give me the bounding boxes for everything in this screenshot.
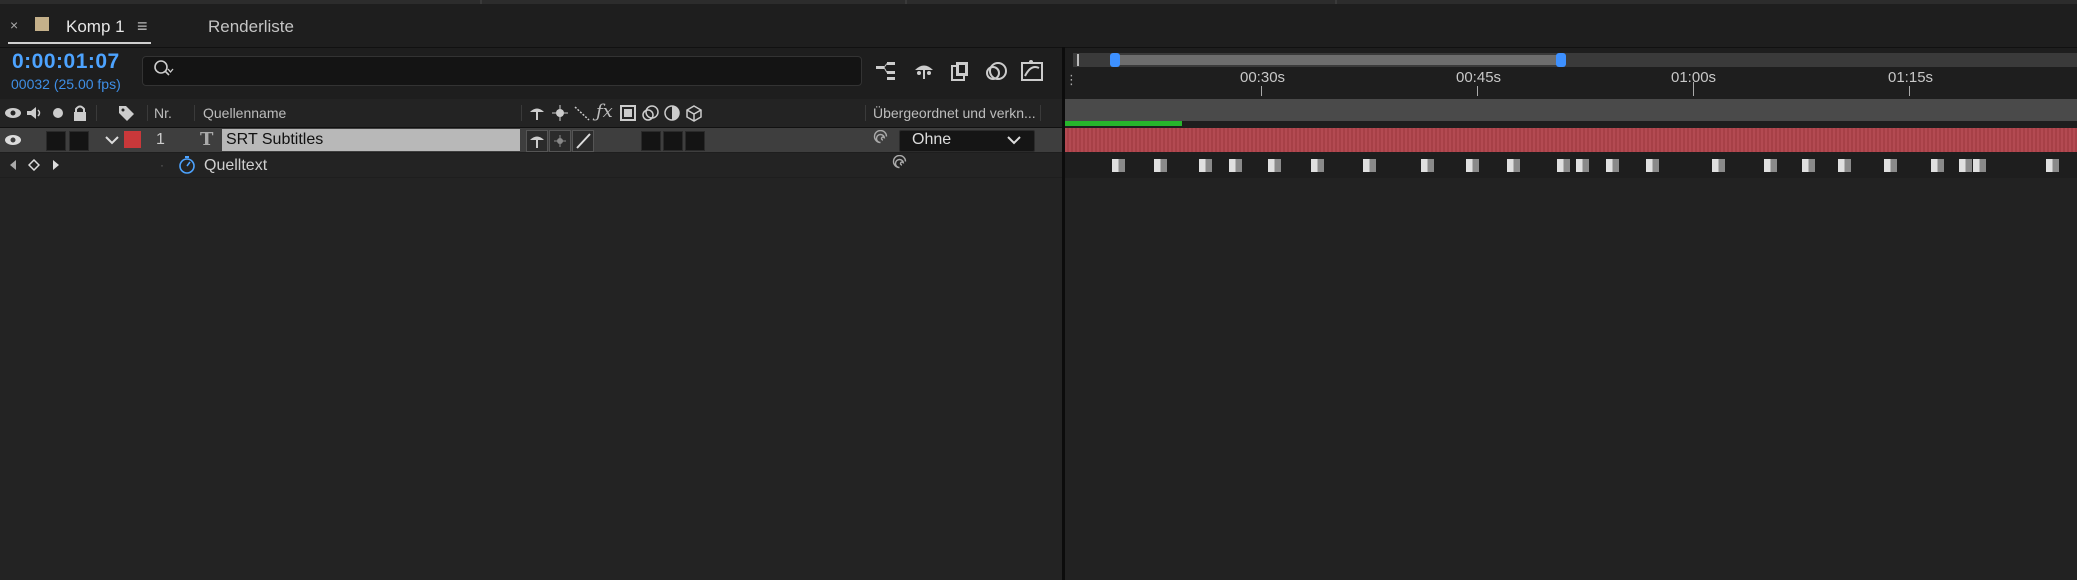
frame-blending-icon[interactable] <box>948 58 974 84</box>
panel-menu-icon[interactable]: ≡ <box>137 16 148 37</box>
property-indent-dots: · <box>160 158 164 172</box>
motion-blur-icon[interactable] <box>983 58 1009 84</box>
layer-search-input[interactable] <box>142 56 862 86</box>
shy-layers-icon[interactable] <box>911 58 937 84</box>
video-eye-icon[interactable] <box>3 103 23 123</box>
cached-frames-indicator <box>1065 121 1182 126</box>
keyframe-marker[interactable] <box>1973 159 1986 172</box>
layer-label-color[interactable] <box>124 131 141 148</box>
navigator-visible-range[interactable] <box>1115 55 1562 65</box>
column-source-name[interactable]: Quellenname <box>203 105 286 121</box>
layer-name[interactable]: SRT Subtitles <box>226 131 323 149</box>
layer-visibility-eye-icon[interactable] <box>3 131 23 149</box>
search-icon <box>154 60 174 76</box>
expand-chevron-icon[interactable] <box>104 133 120 147</box>
lock-icon[interactable] <box>70 103 90 123</box>
layer-motion-blur-switch[interactable] <box>641 131 661 151</box>
keyframe-marker[interactable] <box>1712 159 1725 172</box>
composition-color-swatch <box>35 17 49 31</box>
current-time-display[interactable]: 0:00:01:07 <box>12 50 120 74</box>
layer-lock-toggle[interactable] <box>69 131 89 151</box>
keyframe-marker[interactable] <box>1466 159 1479 172</box>
keyframe-marker[interactable] <box>1838 159 1851 172</box>
motion-blur-switch-icon <box>642 105 659 121</box>
column-parent-link[interactable]: Übergeordnet und verkn... <box>873 105 1036 121</box>
close-tab-icon[interactable]: × <box>10 17 18 33</box>
effects-fx-icon: ƒx <box>596 101 613 122</box>
property-pickwhip-icon[interactable] <box>892 155 912 175</box>
ruler-tick <box>1693 82 1694 96</box>
keyframe-marker[interactable] <box>1606 159 1619 172</box>
ruler-tick <box>1477 86 1478 96</box>
quality-icon <box>574 106 590 121</box>
keyframe-marker[interactable] <box>1802 159 1815 172</box>
text-layer-icon: T <box>200 129 214 150</box>
keyframe-marker[interactable] <box>1112 159 1125 172</box>
tab-komp-1[interactable]: Komp 1 <box>66 17 125 37</box>
keyframe-marker[interactable] <box>1576 159 1589 172</box>
keyframe-marker[interactable] <box>1311 159 1324 172</box>
property-name[interactable]: Quelltext <box>204 157 267 175</box>
keyframe-marker[interactable] <box>1363 159 1376 172</box>
comp-flowchart-icon[interactable] <box>873 58 899 84</box>
keyframe-marker[interactable] <box>1229 159 1242 172</box>
ruler-label: 00:45s <box>1456 69 1502 86</box>
ruler-label: 01:15s <box>1888 69 1934 86</box>
layer-number: 1 <box>156 131 165 148</box>
active-tab-indicator <box>8 42 151 44</box>
keyframe-marker[interactable] <box>1959 159 1972 172</box>
ruler-tick <box>1261 86 1262 96</box>
keyframe-marker[interactable] <box>1646 159 1659 172</box>
layer-collapse-switch[interactable] <box>549 130 571 152</box>
layer-column-headers: Nr. Quellenname ƒx Übergeordnet und verk… <box>0 99 1062 128</box>
solo-dot-icon[interactable] <box>48 103 68 123</box>
graph-editor-icon[interactable] <box>1019 58 1045 84</box>
panel-tab-bar <box>0 7 2077 48</box>
chevron-down-icon[interactable] <box>1006 134 1022 146</box>
add-keyframe-icon[interactable] <box>28 159 40 171</box>
layer-duration-bar[interactable] <box>1065 128 2077 152</box>
keyframe-marker[interactable] <box>1557 159 1570 172</box>
keyframe-marker[interactable] <box>1764 159 1777 172</box>
keyframe-marker[interactable] <box>1931 159 1944 172</box>
column-nr[interactable]: Nr. <box>154 105 172 121</box>
keyframe-marker[interactable] <box>1154 159 1167 172</box>
adjustment-layer-icon <box>664 105 680 121</box>
keyframe-marker[interactable] <box>1884 159 1897 172</box>
label-tag-icon[interactable] <box>116 103 136 123</box>
layer-adjustment-switch[interactable] <box>663 131 683 151</box>
previous-keyframe-icon[interactable] <box>7 159 19 171</box>
parent-pickwhip-icon[interactable] <box>873 130 893 150</box>
ruler-label: 00:30s <box>1240 69 1286 86</box>
collapse-sun-icon <box>552 105 568 121</box>
stopwatch-icon[interactable] <box>177 155 197 175</box>
timeline-empty-area <box>1065 178 2077 580</box>
layer-list-empty-area <box>0 178 1062 580</box>
keyframe-marker[interactable] <box>1199 159 1212 172</box>
layer-quality-switch[interactable] <box>572 130 594 152</box>
frame-blend-switch-icon <box>620 105 636 121</box>
parent-dropdown-value: Ohne <box>912 131 952 148</box>
ruler-start-tick: ⋮ <box>1065 72 1078 87</box>
navigator-start-marker <box>1077 54 1079 66</box>
3d-layer-cube-icon <box>686 105 702 122</box>
tab-renderliste[interactable]: Renderliste <box>208 17 294 37</box>
keyframe-marker[interactable] <box>2046 159 2059 172</box>
keyframe-marker[interactable] <box>1421 159 1434 172</box>
ruler-tick <box>1909 86 1910 96</box>
layer-shy-switch[interactable] <box>526 130 548 152</box>
audio-speaker-icon[interactable] <box>24 103 44 123</box>
layer-3d-switch[interactable] <box>685 131 705 151</box>
window-top-edge <box>0 0 2077 4</box>
navigator-end-handle[interactable] <box>1556 53 1566 67</box>
next-keyframe-icon[interactable] <box>50 159 62 171</box>
layer-audio-toggle[interactable] <box>46 131 66 151</box>
navigator-start-handle[interactable] <box>1110 53 1120 67</box>
keyframe-marker[interactable] <box>1268 159 1281 172</box>
keyframe-marker[interactable] <box>1507 159 1520 172</box>
frame-count-fps: 00032 (25.00 fps) <box>11 76 121 92</box>
shy-switch-icon <box>530 108 544 120</box>
work-area-bar[interactable] <box>1065 99 2077 121</box>
